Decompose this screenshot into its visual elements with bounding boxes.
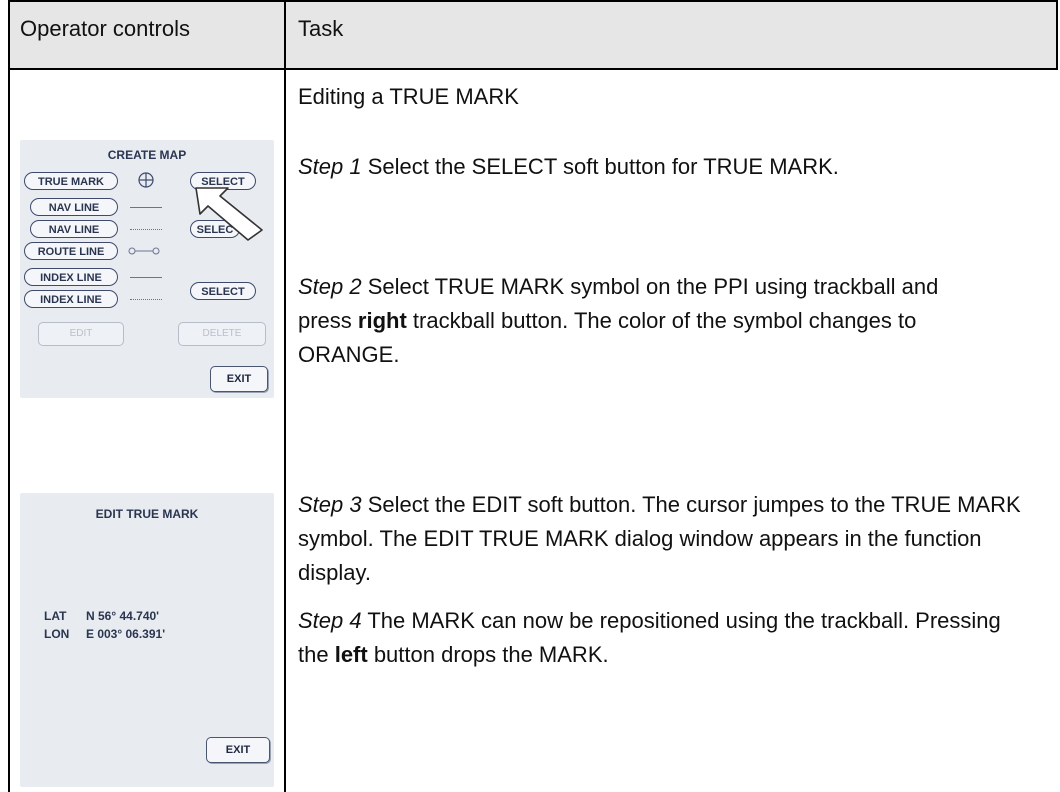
step-3-label: Step 3 — [298, 492, 362, 517]
edit-button[interactable]: EDIT — [38, 322, 124, 346]
solid-line-symbol — [130, 207, 162, 208]
lat-value: N 56° 44.740' — [86, 609, 160, 623]
pointer-arrow-icon — [195, 187, 263, 241]
route-line-symbol-icon — [128, 247, 160, 255]
dotted-line-symbol — [130, 229, 162, 231]
header-task: Task — [298, 16, 344, 41]
edit-exit-button[interactable]: EXIT — [206, 737, 270, 763]
step-1: Step 1 Select the SELECT soft button for… — [298, 150, 1038, 184]
step-3-text: Select the EDIT soft button. The cursor … — [298, 492, 1021, 585]
nav-line-1-button[interactable]: NAV LINE — [30, 198, 118, 216]
select-index-line-button[interactable]: SELECT — [190, 282, 256, 300]
solid-index-line-symbol — [130, 277, 162, 278]
step-2-label: Step 2 — [298, 274, 362, 299]
step-2: Step 2 Select TRUE MARK symbol on the PP… — [298, 270, 998, 372]
step-1-text: Select the SELECT soft button for TRUE M… — [361, 154, 839, 179]
index-line-2-button[interactable]: INDEX LINE — [24, 290, 118, 308]
lat-label: LAT — [44, 609, 67, 623]
column-divider — [284, 0, 286, 792]
table-border-right — [1056, 0, 1058, 70]
edit-true-mark-panel: EDIT TRUE MARK LAT N 56° 44.740' LON E 0… — [20, 493, 274, 787]
header-operator-controls: Operator controls — [20, 16, 190, 41]
table-border-top — [8, 0, 1058, 2]
delete-button[interactable]: DELETE — [178, 322, 266, 346]
true-mark-button[interactable]: TRUE MARK — [24, 172, 118, 190]
exit-button[interactable]: EXIT — [210, 366, 268, 392]
edit-true-mark-title: EDIT TRUE MARK — [95, 507, 199, 521]
create-map-title: CREATE MAP — [107, 148, 187, 162]
lon-label: LON — [44, 627, 70, 641]
step-3: Step 3 Select the EDIT soft button. The … — [298, 488, 1038, 590]
step-2-bold: right — [357, 308, 407, 333]
route-line-button[interactable]: ROUTE LINE — [24, 242, 118, 260]
header-divider — [8, 68, 1058, 70]
index-line-1-button[interactable]: INDEX LINE — [24, 268, 118, 286]
lon-value: E 003° 06.391' — [86, 627, 166, 641]
dotted-index-line-symbol — [130, 299, 162, 301]
step-4-label: Step 4 — [298, 608, 362, 633]
step-4-text-b: button drops the MARK. — [367, 642, 609, 667]
true-mark-symbol-icon — [138, 172, 154, 188]
create-map-panel: CREATE MAP TRUE MARK SELECT NAV LINE NAV… — [20, 140, 274, 398]
table-border-left — [8, 0, 10, 792]
task-title: Editing a TRUE MARK — [298, 84, 519, 109]
nav-line-2-button[interactable]: NAV LINE — [30, 220, 118, 238]
step-4: Step 4 The MARK can now be repositioned … — [298, 604, 1018, 672]
step-1-label: Step 1 — [298, 154, 362, 179]
step-4-bold: left — [334, 642, 368, 667]
